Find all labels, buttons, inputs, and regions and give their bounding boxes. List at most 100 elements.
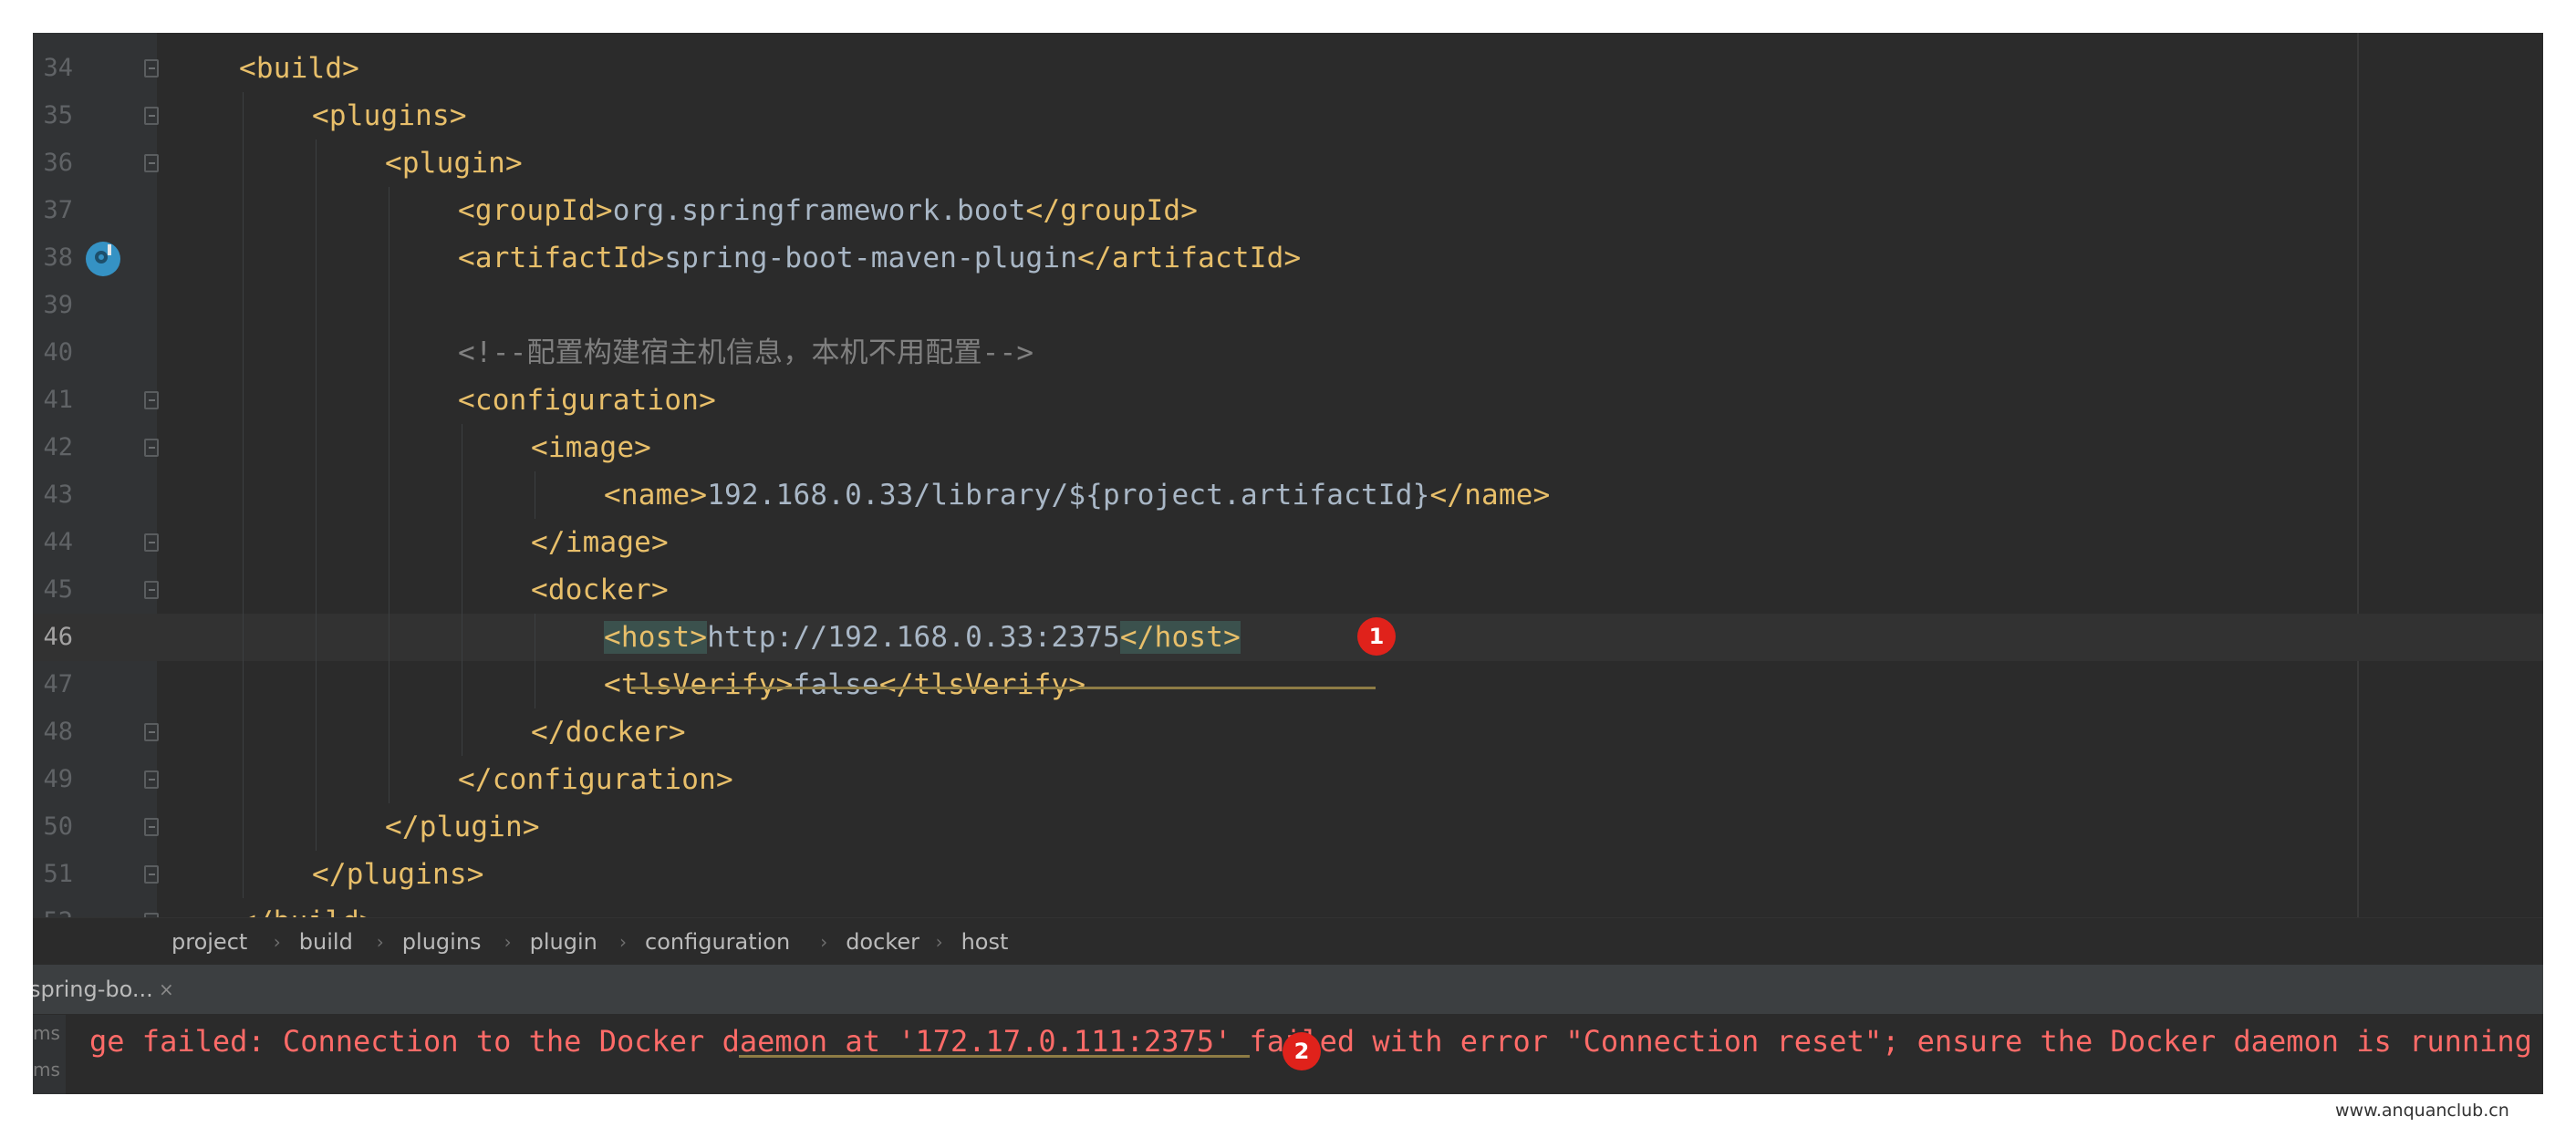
indent-guide <box>243 519 244 566</box>
code-line[interactable]: 51 </plugins> <box>33 851 2543 898</box>
indent-guide <box>243 282 244 329</box>
ide-window: 34 <build> 35 <plugins> 36 <plugin> 37 <groupId… <box>33 33 2543 1094</box>
watermark: www.anquanclub.cn <box>2335 1101 2509 1121</box>
breadcrumb-item[interactable]: project <box>171 918 247 966</box>
code-line[interactable]: 50 </plugin> <box>33 803 2543 851</box>
indent-guide <box>243 708 244 756</box>
indent-guide <box>243 756 244 803</box>
code-text: </plugins> <box>312 851 484 898</box>
indent-guide <box>389 377 390 424</box>
breadcrumb-item[interactable]: plugin <box>530 918 597 966</box>
breadcrumb: project › build › plugins › plugin › configurati… <box>33 917 2543 966</box>
xml-tag: </plugins> <box>312 858 484 891</box>
indent-guide <box>243 187 244 234</box>
indent-guide <box>243 566 244 614</box>
chevron-right-icon: › <box>504 931 512 953</box>
indent-guide <box>243 614 244 661</box>
indent-guide <box>316 756 317 803</box>
xml-tag: <artifactId> <box>458 242 665 274</box>
xml-text: org.springframework.boot <box>612 194 1026 227</box>
run-tab-spring-boot[interactable]: spring-bo... <box>33 965 161 1014</box>
breadcrumb-item[interactable]: docker <box>846 918 919 966</box>
fold-toggle-icon[interactable] <box>144 533 159 552</box>
line-number: 48 <box>43 718 73 746</box>
breadcrumb-item[interactable]: configuration <box>645 918 790 966</box>
line-number: 36 <box>43 149 73 177</box>
code-line[interactable]: 47 <tlsVerify>false</tlsVerify> <box>33 661 2543 708</box>
code-line[interactable]: 45 <docker> <box>33 566 2543 614</box>
indent-guide <box>316 140 317 187</box>
code-line[interactable]: 52 </build> <box>33 898 2543 917</box>
spring-boot-run-icon[interactable] <box>86 242 120 276</box>
xml-tag: <configuration> <box>458 384 716 417</box>
code-text: </build> <box>239 898 377 917</box>
code-line[interactable]: 44 </image> <box>33 519 2543 566</box>
line-number: 50 <box>43 812 73 841</box>
fold-toggle-icon[interactable] <box>144 818 159 836</box>
fold-toggle-icon[interactable] <box>144 391 159 409</box>
code-text: <artifactId>spring-boot-maven-plugin</ar… <box>458 234 1301 282</box>
code-line[interactable]: 48 </docker> <box>33 708 2543 756</box>
indent-guide <box>316 661 317 708</box>
breadcrumb-item[interactable]: host <box>961 918 1009 966</box>
line-number: 37 <box>43 196 73 224</box>
code-line[interactable]: 38 <artifactId>spring-boot-maven-plugin</… <box>33 234 2543 282</box>
code-line[interactable]: 34 <build> <box>33 45 2543 92</box>
fold-toggle-icon[interactable] <box>144 723 159 741</box>
fold-toggle-icon[interactable] <box>144 154 159 172</box>
code-text: <!--配置构建宿主机信息，本机不用配置--> <box>458 329 1034 377</box>
line-number: 52 <box>33 898 73 917</box>
close-icon[interactable]: × <box>159 965 174 1014</box>
code-text: <plugins> <box>312 92 467 140</box>
breadcrumb-item[interactable]: plugins <box>402 918 482 966</box>
xml-tag: </host> <box>1119 621 1241 654</box>
xml-comment: <!--配置构建宿主机信息，本机不用配置--> <box>458 336 1034 369</box>
line-number: 35 <box>43 101 73 129</box>
code-line[interactable]: 41 <configuration> <box>33 377 2543 424</box>
code-line[interactable]: 42 <image> <box>33 424 2543 471</box>
fold-toggle-icon[interactable] <box>144 581 159 599</box>
line-number: 51 <box>43 860 73 888</box>
code-line[interactable]: 37 <groupId>org.springframework.boot</gro… <box>33 187 2543 234</box>
line-number: 49 <box>43 765 73 793</box>
fold-toggle-icon[interactable] <box>144 439 159 457</box>
indent-guide <box>316 803 317 851</box>
code-text: </plugin> <box>385 803 540 851</box>
code-line[interactable]: 46 <host>http://192.168.0.33:2375</host> <box>33 614 2543 661</box>
indent-guide <box>389 661 390 708</box>
xml-text: spring-boot-maven-plugin <box>664 242 1078 274</box>
xml-text: 192.168.0.33/library/${project.artifactI… <box>707 479 1430 512</box>
fold-toggle-icon[interactable] <box>144 107 159 125</box>
xml-tag: </configuration> <box>458 763 733 796</box>
xml-tag: </image> <box>531 526 669 559</box>
console-side-label: ms <box>33 1059 60 1080</box>
xml-tag: <build> <box>239 52 360 85</box>
code-line[interactable]: 35 <plugins> <box>33 92 2543 140</box>
indent-guide <box>389 187 390 234</box>
code-line[interactable]: 43 <name>192.168.0.33/library/${project.a… <box>33 471 2543 519</box>
fold-toggle-icon[interactable] <box>144 770 159 789</box>
indent-guide <box>389 756 390 803</box>
xml-tag: <plugins> <box>312 99 467 132</box>
code-text: </image> <box>531 519 669 566</box>
indent-guide <box>389 282 390 329</box>
xml-tag: <docker> <box>531 574 669 606</box>
code-line[interactable]: 36 <plugin> <box>33 140 2543 187</box>
fold-toggle-icon[interactable] <box>144 865 159 884</box>
indent-guide <box>316 519 317 566</box>
indent-guide <box>243 329 244 377</box>
code-line[interactable]: 39 <box>33 282 2543 329</box>
code-editor[interactable]: 34 <build> 35 <plugins> 36 <plugin> 37 <groupId… <box>33 33 2543 917</box>
code-line[interactable]: 40 <!--配置构建宿主机信息，本机不用配置--> <box>33 329 2543 377</box>
chevron-right-icon: › <box>619 931 627 953</box>
indent-guide <box>243 140 244 187</box>
indent-guide <box>243 803 244 851</box>
code-line[interactable]: 49 </configuration> <box>33 756 2543 803</box>
xml-tag: <tlsVerify> <box>604 668 794 701</box>
annotation-underline-host <box>631 687 1376 689</box>
xml-tag: <image> <box>531 431 652 464</box>
chevron-right-icon: › <box>273 931 281 953</box>
breadcrumb-item[interactable]: build <box>299 918 353 966</box>
code-text: <configuration> <box>458 377 716 424</box>
fold-toggle-icon[interactable] <box>144 59 159 78</box>
